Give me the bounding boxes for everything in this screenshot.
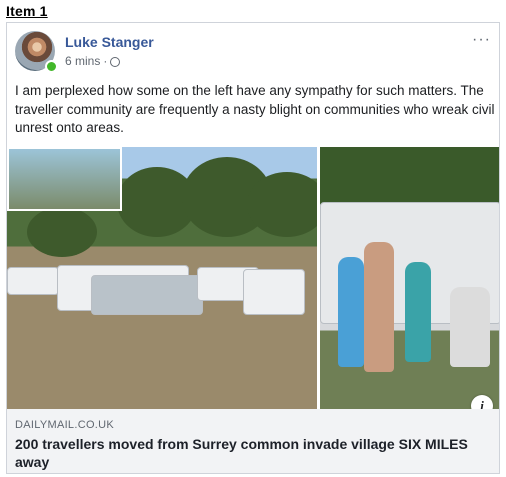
caravan bbox=[7, 267, 59, 295]
common-field-photo bbox=[7, 147, 317, 409]
tree bbox=[247, 172, 317, 237]
post-meta: 6 mins · bbox=[65, 54, 121, 68]
van bbox=[243, 269, 305, 315]
more-options-icon[interactable]: ··· bbox=[472, 31, 491, 49]
post-time[interactable]: 6 mins bbox=[65, 54, 100, 68]
link-preview-image[interactable]: i bbox=[7, 147, 499, 417]
globe-icon bbox=[110, 57, 121, 67]
link-preview-footer[interactable]: DAILYMAIL.CO.UK 200 travellers moved fro… bbox=[7, 409, 499, 473]
person bbox=[405, 262, 431, 362]
caravan-group-photo bbox=[320, 147, 499, 409]
author-name[interactable]: Luke Stanger bbox=[65, 34, 154, 50]
link-domain: DAILYMAIL.CO.UK bbox=[15, 419, 115, 431]
item-label: Item 1 bbox=[6, 3, 48, 19]
tree bbox=[27, 207, 97, 257]
online-status-icon bbox=[45, 60, 58, 73]
post-text: I am perplexed how some on the left have… bbox=[15, 83, 495, 135]
person bbox=[364, 242, 394, 372]
link-headline[interactable]: 200 travellers moved from Surrey common … bbox=[15, 435, 485, 471]
person bbox=[338, 257, 364, 367]
meta-separator: · bbox=[103, 54, 108, 68]
facebook-post-card: Luke Stanger 6 mins · ··· I am perplexed… bbox=[6, 22, 500, 474]
inset-photo bbox=[7, 147, 122, 211]
person bbox=[450, 287, 490, 367]
van bbox=[91, 275, 203, 315]
